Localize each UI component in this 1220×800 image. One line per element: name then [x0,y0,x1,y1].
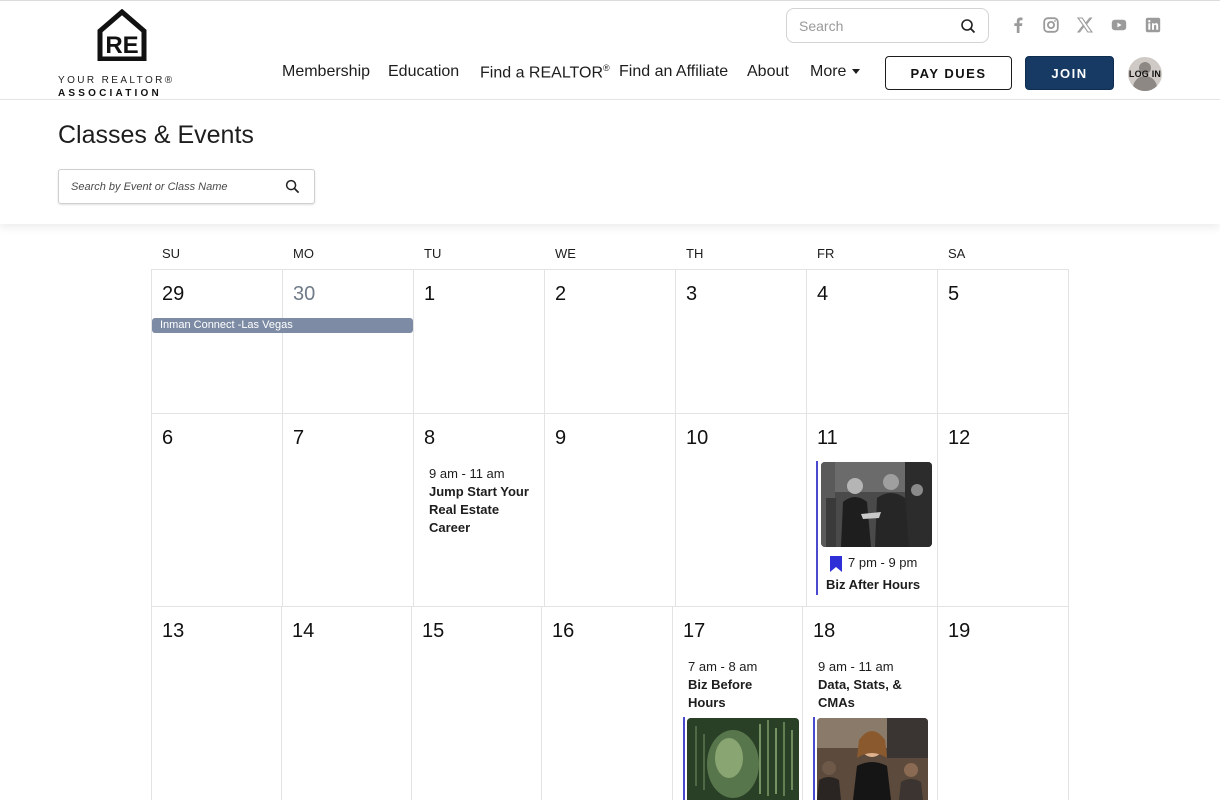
nav-education[interactable]: Education [388,63,459,87]
event-photo-networking [821,462,932,547]
day-number: 8 [424,427,436,449]
nav-membership[interactable]: Membership [282,63,370,87]
dow-thursday: TH [686,246,704,261]
day-number: 18 [813,620,836,642]
day-number: 10 [686,427,709,449]
dow-friday: FR [817,246,835,261]
site-search-input[interactable] [799,16,949,36]
day-number: 3 [686,283,698,305]
nav-more-label: More [810,63,847,80]
nav-about[interactable]: About [747,63,789,87]
association-logo[interactable]: RE YOUR REALTOR® ASSOCIATION [58,9,188,99]
event-title: Biz After Hours [826,577,921,592]
event-time: 7 pm - 9 pm [848,555,918,570]
svg-text:RE: RE [105,32,138,59]
day-number: 12 [948,427,971,449]
page-title: Classes & Events [58,121,254,149]
instagram-icon[interactable] [1043,17,1059,33]
nav-find-affiliate[interactable]: Find an Affiliate [619,63,728,87]
day-number: 6 [162,427,174,449]
nav-find-realtor-label: Find a REALTOR [480,64,604,82]
dow-sunday: SU [162,246,181,261]
house-logo-icon: RE [97,9,147,61]
event-title: Data, Stats, & CMAs [818,677,902,710]
nav-more-dropdown[interactable]: More [810,63,861,87]
event-inman-connect[interactable]: Inman Connect -Las Vegas [152,318,413,333]
x-icon[interactable] [1077,17,1093,33]
bookmark-icon [830,556,842,572]
login-label: LOG IN [1128,69,1162,79]
event-time: 9 am - 11 am [429,466,505,481]
youtube-icon[interactable] [1111,17,1127,33]
event-photo-presenter [817,718,928,800]
nav-find-realtor[interactable]: Find a REALTOR® [480,63,610,87]
registered-mark: ® [603,63,610,73]
dow-tuesday: TU [424,246,442,261]
event-accent-bar [683,717,685,800]
day-number: 19 [948,620,971,642]
chevron-down-icon [852,69,861,75]
event-time: 7 am - 8 am [688,659,758,674]
facebook-icon[interactable] [1010,17,1026,33]
event-accent-bar [813,717,815,800]
day-number: 1 [424,283,436,305]
login-avatar-button[interactable]: LOG IN [1128,57,1162,91]
day-number: 4 [817,283,829,305]
page-header-band [0,100,1220,224]
event-title: Biz Before Hours [688,677,753,710]
event-time: 9 am - 11 am [818,659,894,674]
join-button[interactable]: JOIN [1025,56,1114,90]
day-number: 5 [948,283,960,305]
dow-wednesday: WE [555,246,576,261]
day-number: 30 [293,283,316,305]
search-icon[interactable] [960,18,976,34]
dow-saturday: SA [948,246,966,261]
day-number: 11 [817,427,838,449]
day-number: 9 [555,427,567,449]
site-search-box[interactable] [786,8,989,43]
day-number: 29 [162,283,185,305]
event-search-input[interactable] [71,178,271,196]
search-icon[interactable] [285,179,300,194]
logo-text-line1: YOUR REALTOR® [58,75,175,86]
day-number: 7 [293,427,305,449]
pay-dues-button[interactable]: PAY DUES [885,56,1012,90]
linkedin-icon[interactable] [1145,17,1161,33]
logo-text-line2: ASSOCIATION [58,88,162,99]
day-number: 16 [552,620,575,642]
event-search-box[interactable] [58,169,315,204]
dow-monday: MO [293,246,314,261]
event-photo-digital [687,718,799,800]
day-number: 2 [555,283,567,305]
site-header: RE YOUR REALTOR® ASSOCIATION Membership … [0,0,1220,100]
day-number: 17 [683,620,706,642]
day-number: 14 [292,620,315,642]
event-accent-bar [816,461,818,595]
day-number: 13 [162,620,185,642]
day-number: 15 [422,620,445,642]
event-title: Jump Start Your Real Estate Career [429,484,529,535]
